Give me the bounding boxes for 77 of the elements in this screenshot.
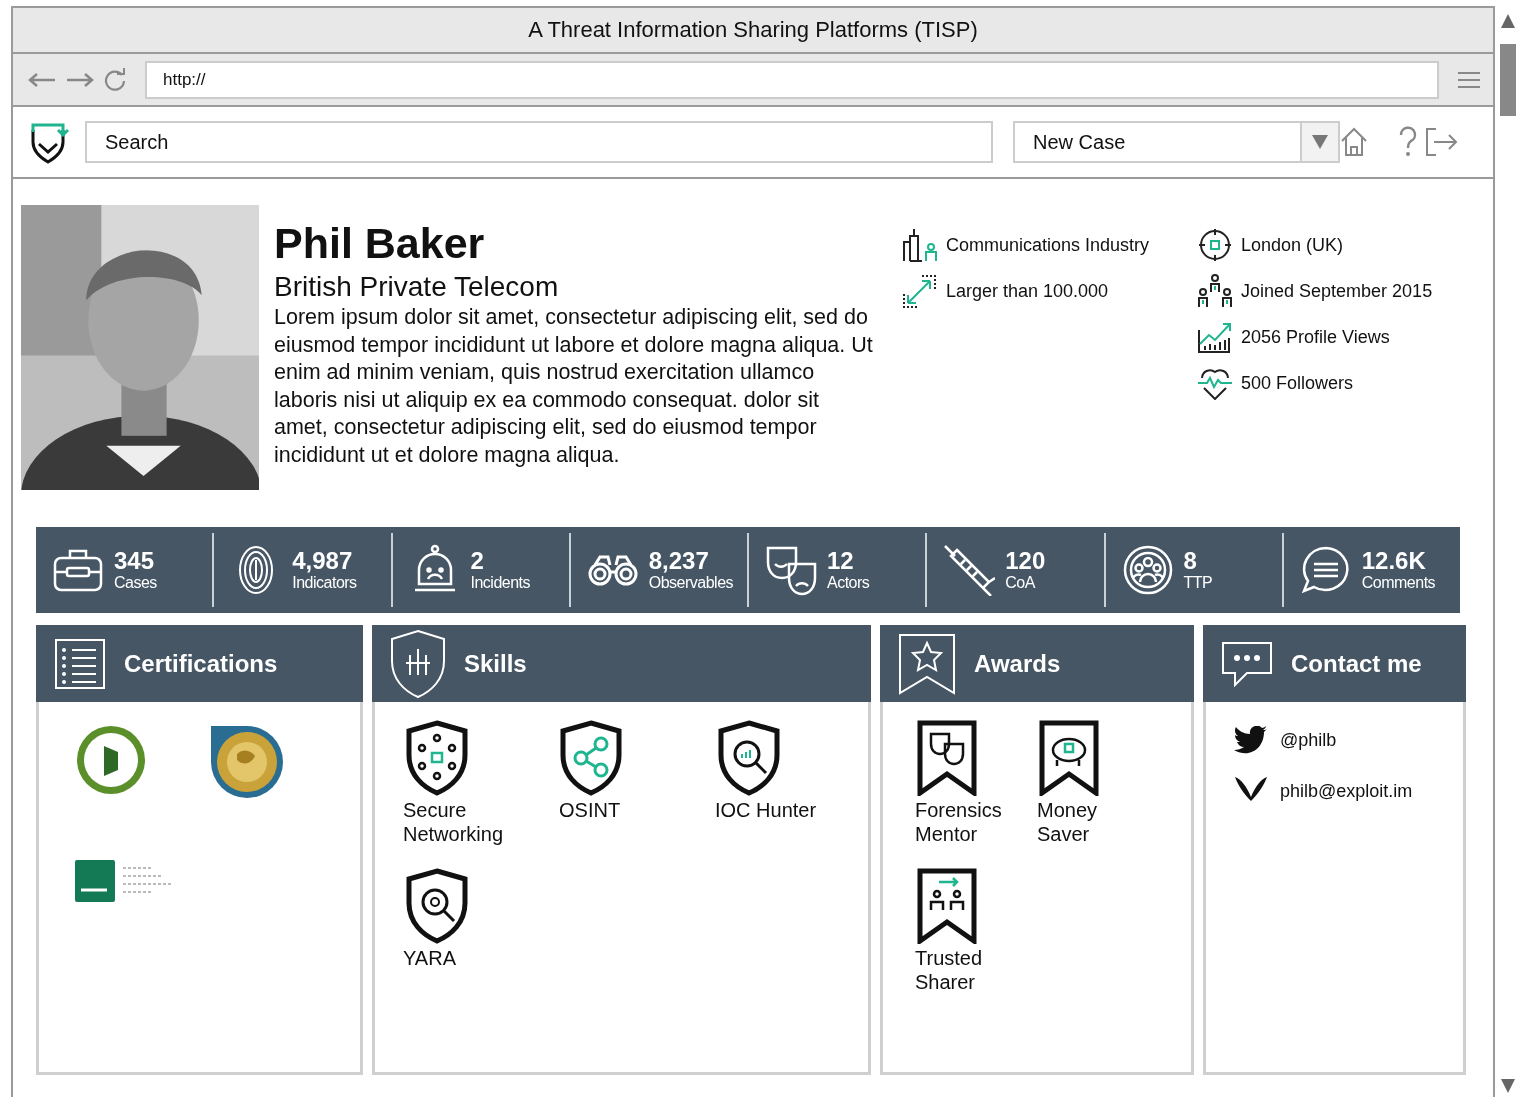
syringe-icon [943, 544, 996, 596]
group-circle-icon [1121, 544, 1174, 596]
stat-value: 4,987 [292, 548, 354, 574]
growth-chart-icon [1197, 320, 1233, 354]
ribbon-masks-icon [917, 720, 977, 796]
skill-label: Secure Networking [403, 798, 505, 846]
profile-bio: Lorem ipsum dolor sit amet, consectetur adipiscing elit, sed do eiusmod tempor incididunt ut labore et dolore magna aliqua. Ut enim ad minim veniam, quis nostrud exercitation ullamco laboris nisi ut aliquip ex ea commodo consequat. dolor sit amet, consectetur adipiscing elit, sed do eiusmod tempor incididunt ut et dolore magna aliqua. [274, 304, 874, 469]
caret-icon [1312, 135, 1328, 149]
award-label: Trusted Sharer [915, 946, 984, 994]
contact-text: @philb [1280, 729, 1337, 751]
fact-text: Joined September 2015 [1241, 280, 1433, 302]
profile-name: Phil Baker [274, 219, 486, 267]
search-field[interactable]: Search [85, 121, 993, 163]
fact-text: London (UK) [1241, 234, 1344, 256]
skill-label: YARA [403, 946, 457, 970]
panel-title: Certifications [124, 649, 278, 678]
stat-value: 345 [114, 548, 156, 574]
ribbon-piggy-bank-icon [1039, 720, 1099, 796]
shield-lock-network-icon [405, 720, 469, 796]
stat-label: Cases [114, 574, 157, 592]
stat-label: CoA [1005, 574, 1037, 592]
window-title: A Threat Information Sharing Platforms (TISP) [528, 17, 978, 43]
heartbeat-icon [1197, 366, 1233, 400]
globe-certification-badge-icon [209, 724, 285, 800]
home-icon[interactable] [1340, 127, 1368, 157]
fact-text: Communications Industry [946, 234, 1150, 256]
buildings-person-icon [902, 228, 938, 262]
chat-bubble-icon [1221, 640, 1273, 687]
checklist-icon [54, 637, 106, 690]
case-dropdown[interactable]: New Case [1013, 121, 1340, 163]
contact-text: philb@exploit.im [1280, 780, 1413, 802]
theater-masks-icon [765, 544, 817, 596]
stat-value: 120 [1005, 548, 1046, 574]
address-field[interactable]: http:// [145, 60, 1439, 99]
shield-icon [390, 628, 446, 699]
stat-label: Incidents [470, 574, 531, 592]
company-name: British Private Telecom [274, 270, 560, 304]
speech-bubble-icon [1299, 544, 1352, 596]
award-label: Money Saver [1037, 798, 1099, 846]
fact-text: 500 Followers [1241, 372, 1354, 394]
fact-text: 2056 Profile Views [1241, 326, 1390, 348]
scroll-up-icon[interactable] [1501, 14, 1515, 28]
people-group-icon [1197, 274, 1233, 308]
stat-label: Comments [1361, 574, 1436, 592]
stat-label: Observables [648, 574, 734, 592]
fact-text: Larger than 100.000 [946, 280, 1109, 302]
award-label: Forensics Mentor [915, 798, 1003, 846]
round-certification-badge-icon [75, 724, 147, 796]
shield-share-icon [559, 720, 623, 796]
ribbon-people-icon [917, 868, 977, 944]
panel-title: Awards [974, 649, 1061, 678]
forward-arrow-icon[interactable] [65, 71, 95, 88]
scroll-thumb[interactable] [1500, 44, 1516, 116]
ribbon-star-icon [898, 632, 956, 695]
stat-value: 12 [827, 548, 855, 574]
menu-icon[interactable] [1457, 69, 1481, 90]
stat-label: Indicators [292, 574, 357, 592]
help-icon[interactable] [1398, 126, 1418, 158]
stat-value: 8,237 [648, 548, 710, 574]
logout-icon[interactable] [1424, 127, 1458, 157]
crosshair-icon [1197, 228, 1233, 262]
skill-label: OSINT [559, 798, 622, 822]
stat-value: 8 [1183, 548, 1198, 574]
back-arrow-icon[interactable] [27, 71, 57, 88]
resize-arrow-icon [902, 274, 938, 308]
shield-magnifier-icon [405, 868, 469, 944]
skill-label: IOC Hunter [715, 798, 818, 822]
stat-value: 2 [470, 548, 485, 574]
shield-magnifier-chart-icon [717, 720, 781, 796]
panel-title: Skills [464, 649, 527, 678]
bird-icon [1234, 726, 1268, 754]
stat-value: 12.6K [1361, 548, 1427, 574]
stat-label: TTP [1183, 574, 1213, 592]
reload-icon[interactable] [103, 67, 127, 92]
panel-title: Contact me [1291, 649, 1422, 678]
stat-label: Actors [827, 574, 870, 592]
scroll-down-icon[interactable] [1501, 1079, 1515, 1093]
